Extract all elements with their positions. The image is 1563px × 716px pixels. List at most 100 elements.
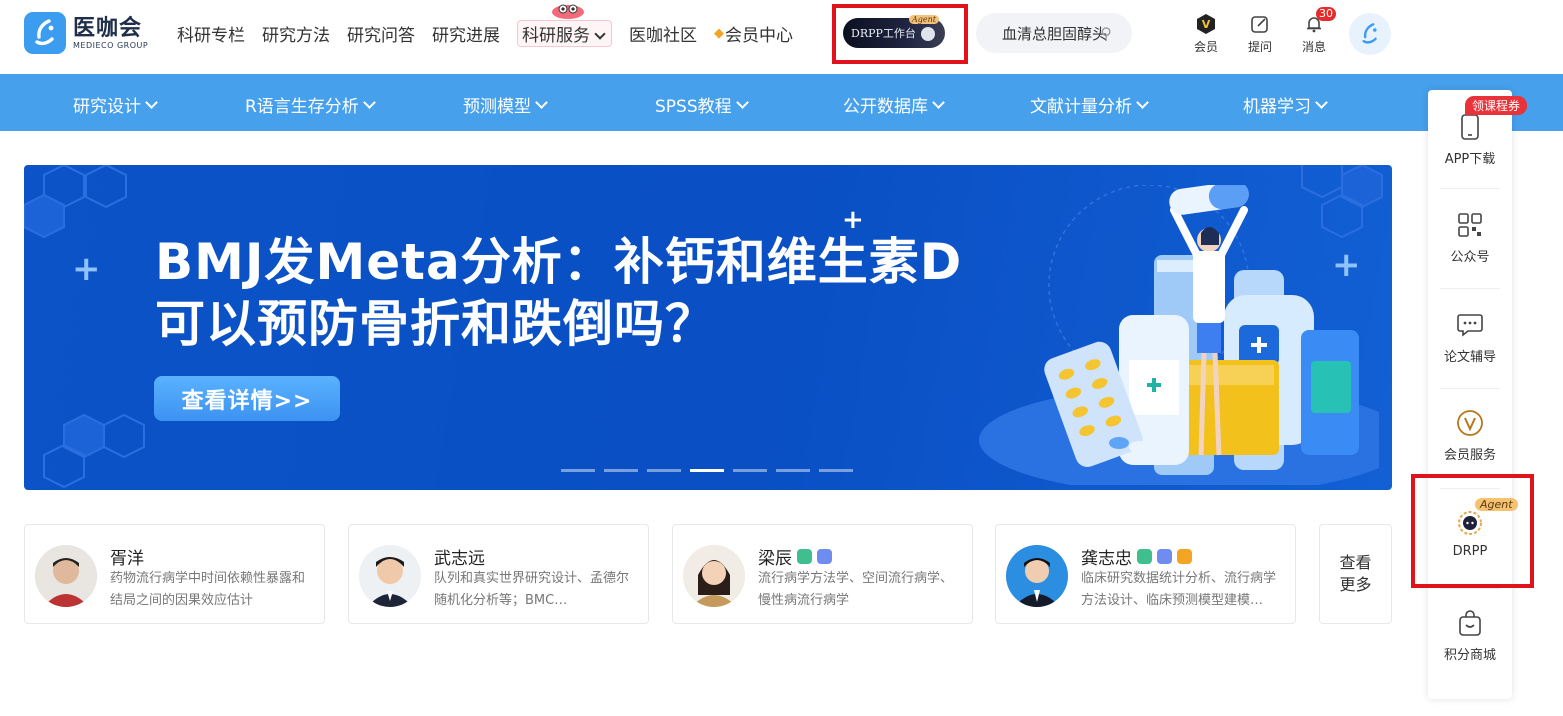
- chevron-down-icon: [735, 95, 749, 109]
- more-line-2: 更多: [1339, 575, 1372, 594]
- category-label: 公开数据库: [843, 97, 928, 117]
- site-logo[interactable]: 医咖会 MEDIECO GROUP: [24, 12, 148, 54]
- banner-line-2: 可以预防骨折和跌倒吗？: [155, 295, 716, 353]
- brand-subtitle: MEDIECO GROUP: [73, 40, 149, 50]
- highlight-box: [1411, 474, 1534, 588]
- banner-line-1: BMJ发Meta分析：补钙和维生素D: [155, 233, 963, 291]
- coupon-badge[interactable]: 领课程券: [1465, 96, 1528, 115]
- section-title-cutoff: [24, 686, 33, 716]
- view-more-experts-button[interactable]: 查看 更多: [1319, 524, 1392, 624]
- expert-card[interactable]: 龚志忠 临床研究数据统计分析、流行病学方法设计、临床预测模型建模…: [995, 524, 1296, 624]
- vip-icon: V: [1197, 14, 1215, 34]
- messages-label: 消息: [1301, 40, 1326, 54]
- ask-label: 提问: [1247, 40, 1272, 54]
- nav-member-center[interactable]: ◆ 会员中心: [714, 21, 793, 46]
- edit-icon: [1251, 16, 1268, 33]
- expert-name: 龚志忠: [1081, 549, 1132, 569]
- logo-icon: [24, 12, 66, 54]
- carousel-dot-active[interactable]: [690, 469, 724, 472]
- carousel-indicators: [561, 469, 862, 472]
- nav-research-progress[interactable]: 研究进展: [432, 21, 500, 46]
- view-details-button[interactable]: 查看详情>>: [154, 376, 340, 421]
- avatar-logo-icon: [1362, 23, 1377, 44]
- sidebar-item-points-mall[interactable]: 积分商城: [1428, 608, 1512, 663]
- avatar: [359, 545, 421, 607]
- carousel-dot[interactable]: [733, 469, 767, 472]
- nav-research-column[interactable]: 科研专栏: [177, 21, 245, 46]
- user-avatar[interactable]: [1349, 13, 1391, 55]
- category-label: 预测模型: [463, 97, 531, 117]
- nav-research-services[interactable]: 科研服务: [517, 4, 612, 47]
- chevron-down-icon: [362, 95, 376, 109]
- sidebar-item-label: APP下载: [1444, 152, 1496, 167]
- floating-sidebar: APP下载 公众号 论文辅导 会员服务 DRPP 积分商城: [1428, 90, 1512, 699]
- hero-banner[interactable]: + + + BMJ发Meta分析：补钙和维生素D 可以预防骨折和跌倒吗？ 查看详…: [24, 165, 1392, 490]
- phone-icon: [1461, 114, 1479, 140]
- expert-badge-icon: [1177, 549, 1192, 564]
- doctor-medicine-illustration: [979, 185, 1379, 485]
- main-nav: 科研专栏 研究方法 研究问答 研究进展 科研服务 医咖社区 ◆ 会员中心: [177, 4, 810, 47]
- avatar: [683, 545, 745, 607]
- vip-button[interactable]: V 会员: [1186, 13, 1226, 55]
- expert-card[interactable]: 胥洋 药物流行病学中时间依赖性暴露和结局之间的因果效应估计: [24, 524, 325, 624]
- diamond-icon: ◆: [714, 25, 724, 41]
- category-label: SPSS教程: [655, 97, 732, 117]
- expert-card[interactable]: 梁辰 流行病学方法学、空间流行病学、慢性病流行病学: [672, 524, 973, 624]
- chevron-down-icon: [1315, 95, 1328, 109]
- nav-research-methods[interactable]: 研究方法: [262, 21, 330, 46]
- message-count-badge: 30: [1316, 7, 1336, 21]
- more-line-1: 查看: [1339, 553, 1372, 572]
- expert-name: 武志远: [434, 549, 485, 569]
- verified-badge-icon: [1157, 549, 1172, 564]
- carousel-dot[interactable]: [647, 469, 681, 472]
- certified-badge-icon: [797, 549, 812, 564]
- chevron-down-icon: [1136, 95, 1149, 109]
- search-value: 血清总胆固醇头: [1002, 24, 1108, 43]
- carousel-dot[interactable]: [776, 469, 810, 472]
- sidebar-item-wechat-official[interactable]: 公众号: [1428, 210, 1512, 265]
- carousel-dot[interactable]: [561, 469, 595, 472]
- nav-community[interactable]: 医咖社区: [629, 21, 697, 46]
- search-input[interactable]: 血清总胆固醇头 ⚲: [976, 13, 1132, 53]
- chevron-down-icon: [535, 95, 548, 109]
- certified-badge-icon: [1137, 549, 1152, 564]
- expert-description: 流行病学方法学、空间流行病学、慢性病流行病学: [758, 571, 954, 608]
- category-machine-learning[interactable]: 机器学习: [1243, 92, 1328, 117]
- sidebar-item-thesis-tutoring[interactable]: 论文辅导: [1428, 310, 1512, 365]
- top-header: 医咖会 MEDIECO GROUP 科研专栏 研究方法 研究问答 研究进展 科研…: [0, 0, 1563, 74]
- messages-button[interactable]: 30 消息: [1294, 7, 1336, 55]
- category-prediction-model[interactable]: 预测模型: [463, 92, 548, 117]
- category-spss[interactable]: SPSS教程: [655, 92, 749, 117]
- expert-name: 胥洋: [110, 549, 144, 569]
- category-nav: 研究设计 R语言生存分析 预测模型 SPSS教程 公开数据库 文献计量分析 机器…: [0, 74, 1563, 131]
- vip-icon: [1457, 410, 1483, 436]
- avatar: [1006, 545, 1068, 607]
- expert-description: 队列和真实世界研究设计、孟德尔随机化分析等；BMC…: [434, 571, 630, 608]
- sidebar-item-label: 会员服务: [1443, 448, 1496, 463]
- nav-research-qa[interactable]: 研究问答: [347, 21, 415, 46]
- sidebar-item-app-download[interactable]: APP下载: [1428, 112, 1512, 167]
- category-bibliometrics[interactable]: 文献计量分析: [1030, 92, 1149, 117]
- nav-research-services-label: 科研服务: [522, 25, 590, 46]
- chevron-down-icon: [145, 95, 158, 109]
- sidebar-item-label: 公众号: [1450, 250, 1490, 265]
- expert-description: 临床研究数据统计分析、流行病学方法设计、临床预测模型建模…: [1081, 571, 1277, 608]
- carousel-dot[interactable]: [819, 469, 853, 472]
- carousel-dot[interactable]: [604, 469, 638, 472]
- vip-label: 会员: [1193, 40, 1218, 54]
- ask-button[interactable]: 提问: [1240, 13, 1280, 55]
- expert-description: 药物流行病学中时间依赖性暴露和结局之间的因果效应估计: [110, 571, 306, 608]
- chat-icon: [1457, 314, 1483, 337]
- brand-name: 医咖会: [73, 15, 143, 41]
- chevron-down-icon: [594, 27, 606, 40]
- plus-decoration-icon: +: [72, 249, 101, 289]
- search-icon[interactable]: ⚲: [1100, 24, 1112, 43]
- expert-name: 梁辰: [758, 549, 792, 569]
- sidebar-item-member-service[interactable]: 会员服务: [1428, 408, 1512, 463]
- category-public-database[interactable]: 公开数据库: [843, 92, 945, 117]
- category-research-design[interactable]: 研究设计: [73, 92, 158, 117]
- avatar: [35, 545, 97, 607]
- category-r-survival[interactable]: R语言生存分析: [245, 92, 376, 117]
- expert-card[interactable]: 武志远 队列和真实世界研究设计、孟德尔随机化分析等；BMC…: [348, 524, 649, 624]
- sidebar-item-label: 论文辅导: [1443, 350, 1496, 365]
